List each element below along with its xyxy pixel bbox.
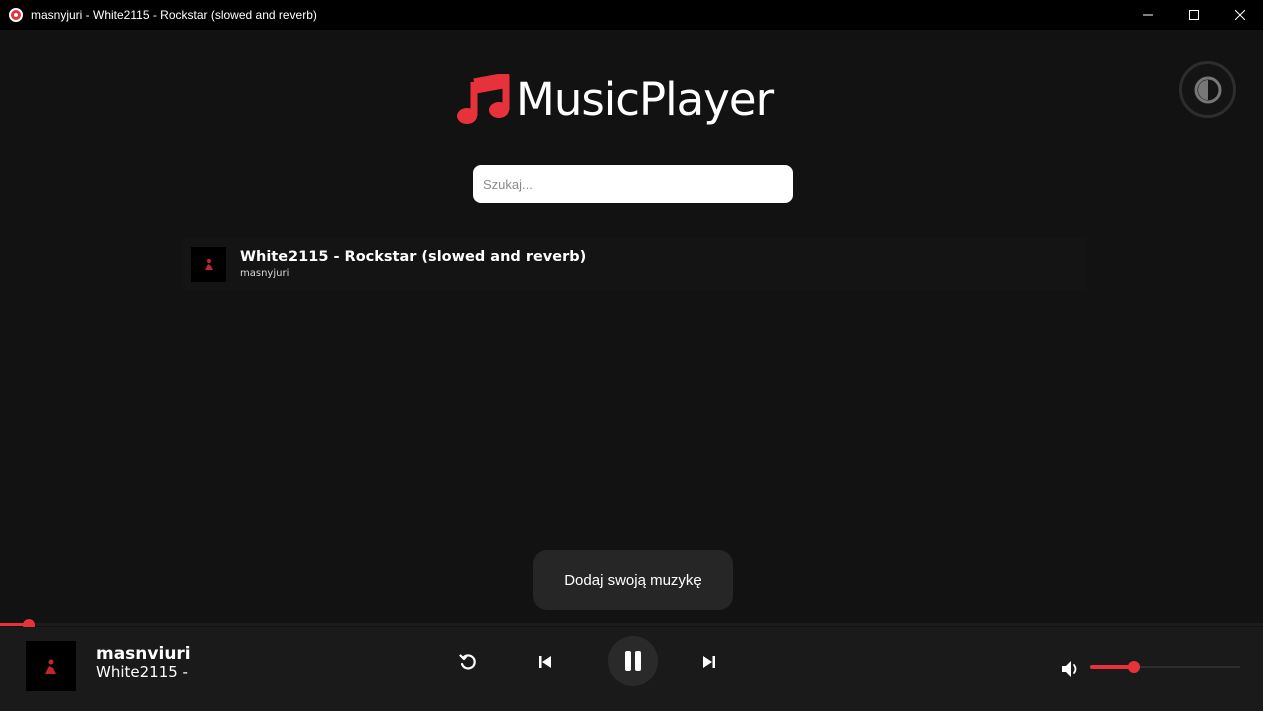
maximize-icon: [1189, 10, 1199, 20]
repeat-button[interactable]: [456, 650, 480, 674]
now-playing-title: White2115 -: [96, 663, 188, 681]
cover-art-icon: [204, 259, 213, 270]
track-title: White2115 - Rockstar (slowed and reverb): [240, 248, 587, 265]
minimize-icon: [1143, 14, 1153, 16]
volume-slider[interactable]: [1090, 661, 1240, 673]
main-content: MusicPlayer White2115 - Rockstar (slowed…: [0, 30, 1263, 620]
track-artist: masnyjuri: [240, 267, 290, 279]
volume-icon: [1062, 661, 1077, 677]
next-button[interactable]: [697, 650, 721, 674]
window-controls: [1125, 0, 1263, 30]
close-icon: [1235, 10, 1245, 20]
theme-toggle-button[interactable]: [1179, 61, 1236, 118]
volume-fill: [1090, 665, 1134, 669]
repeat-icon: [459, 654, 476, 670]
skip-previous-icon: [539, 656, 551, 668]
play-pause-button[interactable]: [608, 636, 658, 686]
player-bar: masnviuri White2115 -: [0, 627, 1263, 711]
music-note-icon: [456, 72, 512, 128]
track-cover-image: [191, 246, 226, 282]
track-list-item[interactable]: White2115 - Rockstar (slowed and reverb)…: [181, 238, 1086, 290]
pause-icon: [625, 651, 641, 671]
close-button[interactable]: [1217, 0, 1263, 30]
search-input[interactable]: [473, 165, 793, 203]
cover-art-icon: [45, 659, 56, 674]
window-title: masnyjuri - White2115 - Rockstar (slowed…: [31, 8, 317, 22]
volume-thumb[interactable]: [1127, 661, 1140, 673]
add-music-button[interactable]: Dodaj swoją muzykę: [533, 550, 733, 610]
now-playing-cover: [26, 641, 76, 691]
app-title: MusicPlayer: [516, 73, 774, 126]
previous-button[interactable]: [533, 650, 557, 674]
app-music-icon: [9, 8, 23, 22]
minimize-button[interactable]: [1125, 0, 1171, 30]
now-playing-artist: masnviuri: [96, 644, 191, 664]
maximize-button[interactable]: [1171, 0, 1217, 30]
progress-track: [0, 623, 1263, 626]
mute-button[interactable]: [1059, 658, 1083, 680]
contrast-icon: [1194, 76, 1221, 103]
window-title-bar: masnyjuri - White2115 - Rockstar (slowed…: [0, 0, 1263, 30]
skip-next-icon: [703, 656, 715, 668]
app-logo: MusicPlayer: [456, 72, 774, 128]
